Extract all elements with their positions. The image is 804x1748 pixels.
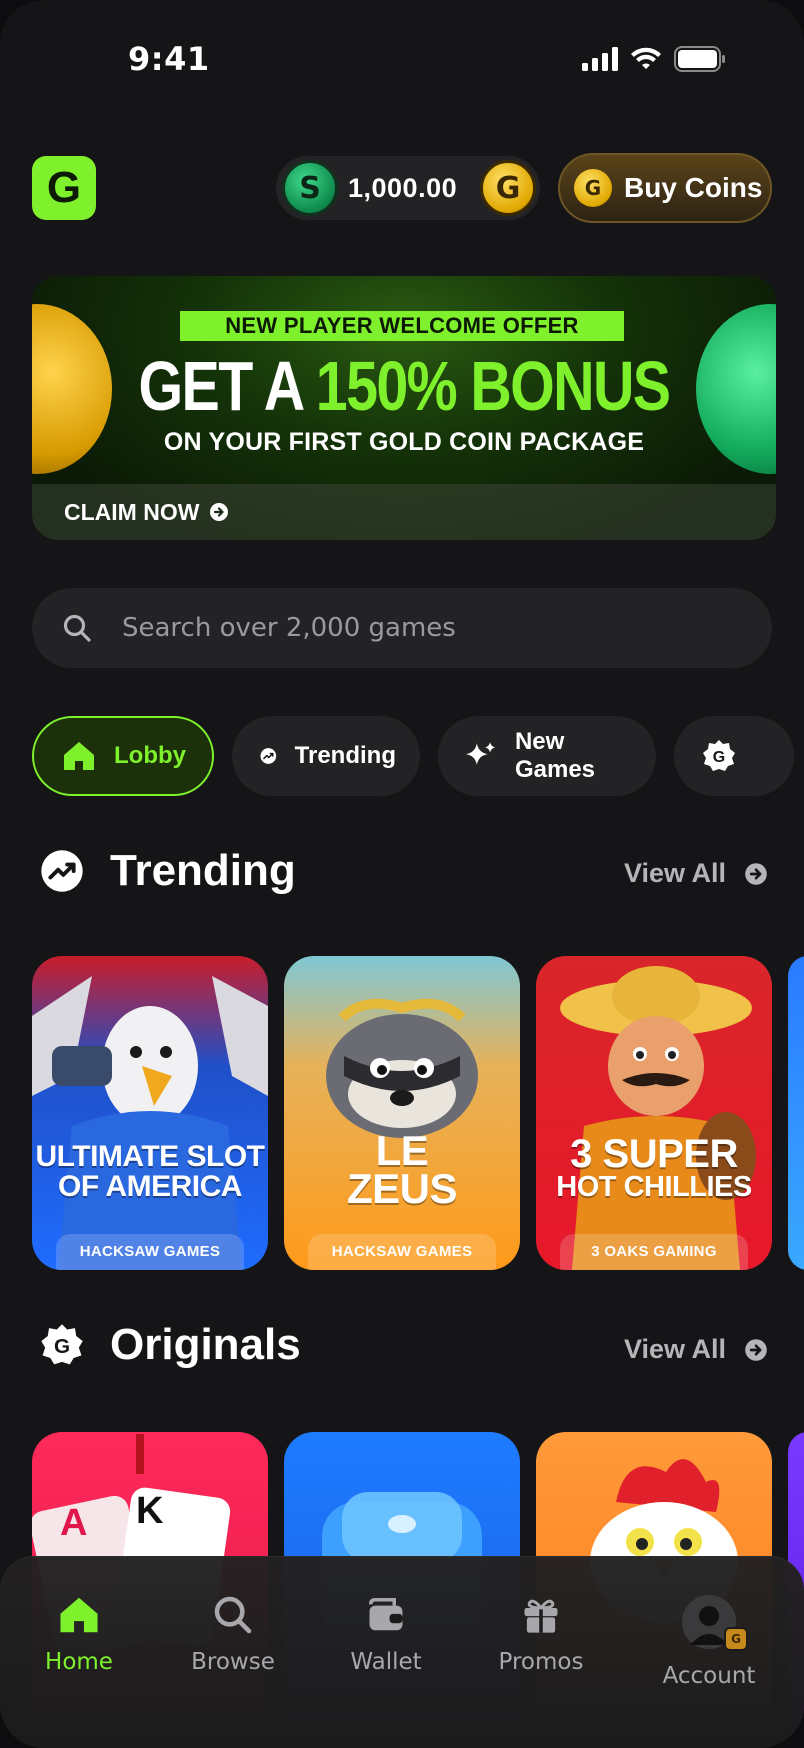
nav-account[interactable]: G Account	[634, 1595, 784, 1689]
status-icons	[582, 46, 726, 72]
chip-lobby-label: Lobby	[114, 742, 186, 769]
originals-icon: G	[703, 740, 735, 771]
headline-highlight: 150% BONUS	[315, 347, 671, 425]
claim-now-label: CLAIM NOW	[64, 498, 200, 525]
banner-headline: GET A 150% BONUS	[99, 346, 709, 426]
chip-trending[interactable]: Trending	[232, 716, 420, 796]
game-title-line2: HOT CHILLIES	[556, 1171, 752, 1203]
game-title: LE ZEUS	[284, 1130, 520, 1212]
chip-originals[interactable]: G	[674, 716, 794, 796]
search-icon	[63, 614, 91, 642]
raccoon-art	[284, 956, 520, 1270]
banner-subline: ON YOUR FIRST GOLD COIN PACKAGE	[163, 428, 645, 456]
promo-banner[interactable]: NEW PLAYER WELCOME OFFER GET A 150% BONU…	[32, 276, 776, 540]
game-card-le-zeus[interactable]: LE ZEUS HACKSAW GAMES	[284, 956, 520, 1270]
balance-pill[interactable]: S 1,000.00 G	[276, 156, 540, 220]
nav-promos-label: Promos	[498, 1649, 584, 1675]
buy-coins-label: Buy Coins	[624, 172, 763, 203]
home-icon	[64, 742, 94, 770]
trending-icon	[260, 748, 277, 764]
game-title: ULTIMATE SLOT OF AMERICA	[32, 1142, 268, 1202]
trending-header: Trending	[40, 846, 296, 896]
gold-coin-letter: G	[495, 170, 521, 206]
originals-title: Originals	[110, 1320, 301, 1369]
game-provider: HACKSAW GAMES	[56, 1234, 244, 1270]
wifi-icon	[631, 47, 661, 69]
search-icon	[214, 1596, 252, 1634]
game-title-line2: ZEUS	[346, 1165, 458, 1212]
game-card-3-super-hot-chillies[interactable]: 3 SUPER HOT CHILLIES 3 OAKS GAMING	[536, 956, 772, 1270]
claim-now-button[interactable]: CLAIM NOW	[32, 484, 776, 540]
nav-browse[interactable]: Browse	[158, 1595, 308, 1675]
gift-icon	[524, 1599, 558, 1633]
avatar: G	[682, 1595, 748, 1651]
trending-title: Trending	[110, 846, 296, 895]
mariachi-art	[536, 956, 772, 1270]
category-chips: Lobby Trending New Games G	[32, 716, 794, 796]
buy-coin-letter: G	[584, 176, 602, 200]
arrow-right-circle-icon	[745, 1338, 767, 1361]
game-title: 3 SUPER HOT CHILLIES	[536, 1132, 772, 1203]
gold-coin-icon: G	[574, 169, 612, 207]
home-icon	[60, 1597, 98, 1633]
originals-view-all[interactable]: View All	[624, 1334, 768, 1365]
card-letter-k: K	[136, 1490, 164, 1532]
trending-icon	[41, 850, 83, 892]
headline-prefix: GET A	[138, 347, 316, 425]
account-badge: G	[724, 1627, 748, 1651]
sweeps-coin-letter: S	[299, 170, 321, 206]
game-title-line1: 3 SUPER	[570, 1132, 738, 1176]
nav-wallet-label: Wallet	[350, 1649, 422, 1675]
nav-home[interactable]: Home	[4, 1595, 154, 1675]
logo-letter: G	[46, 163, 82, 212]
nav-home-label: Home	[45, 1649, 113, 1675]
sweeps-coin-icon: S	[282, 160, 338, 216]
game-provider: 3 OAKS GAMING	[560, 1234, 748, 1270]
svg-text:G: G	[713, 749, 725, 766]
arrow-right-circle-icon	[745, 862, 767, 885]
offer-tag: NEW PLAYER WELCOME OFFER	[180, 311, 624, 341]
buy-coins-button[interactable]: G Buy Coins	[558, 153, 772, 223]
eagle-art	[32, 956, 268, 1270]
gold-coin-toggle-icon[interactable]: G	[480, 160, 536, 216]
game-card-partial[interactable]	[788, 956, 804, 1270]
arrow-right-circle-icon	[210, 503, 229, 521]
view-all-label: View All	[623, 1334, 726, 1364]
game-title-line2: OF AMERICA	[58, 1170, 242, 1203]
app-logo[interactable]: G	[32, 156, 96, 220]
nav-account-label: Account	[662, 1663, 756, 1689]
view-all-label: View All	[623, 858, 726, 888]
search-input[interactable]	[122, 613, 682, 643]
chip-trending-label: Trending	[294, 742, 396, 769]
signal-icon	[582, 47, 618, 71]
trending-row: ULTIMATE SLOT OF AMERICA HACKSAW GAMES L…	[32, 956, 804, 1270]
nav-browse-label: Browse	[191, 1649, 275, 1675]
game-provider: HACKSAW GAMES	[308, 1234, 496, 1270]
balance-amount: 1,000.00	[348, 172, 458, 203]
nav-promos[interactable]: Promos	[466, 1595, 616, 1675]
status-time: 9:41	[128, 40, 210, 78]
chip-new-games[interactable]: New Games	[438, 716, 656, 796]
nav-wallet[interactable]: Wallet	[311, 1595, 461, 1675]
battery-icon	[674, 46, 725, 72]
game-card-ultimate-slot[interactable]: ULTIMATE SLOT OF AMERICA HACKSAW GAMES	[32, 956, 268, 1270]
trending-view-all[interactable]: View All	[624, 858, 768, 889]
chip-lobby[interactable]: Lobby	[32, 716, 214, 796]
chip-new-games-label: New Games	[514, 728, 596, 783]
svg-text:G: G	[54, 1335, 70, 1358]
game-title-line1: ULTIMATE SLOT	[35, 1140, 265, 1173]
originals-icon: G	[41, 1324, 83, 1365]
search-bar[interactable]	[32, 588, 772, 668]
app-screen: 9:41 G S 1,000.00 G G Buy Coins NEW PLAY…	[0, 0, 804, 1748]
wallet-icon	[368, 1597, 403, 1631]
bottom-nav: Home Browse Wallet Promos G Account	[0, 1556, 804, 1748]
sparkles-icon	[466, 742, 496, 765]
originals-header: G Originals	[40, 1320, 301, 1370]
card-letter-a: A	[60, 1502, 88, 1544]
